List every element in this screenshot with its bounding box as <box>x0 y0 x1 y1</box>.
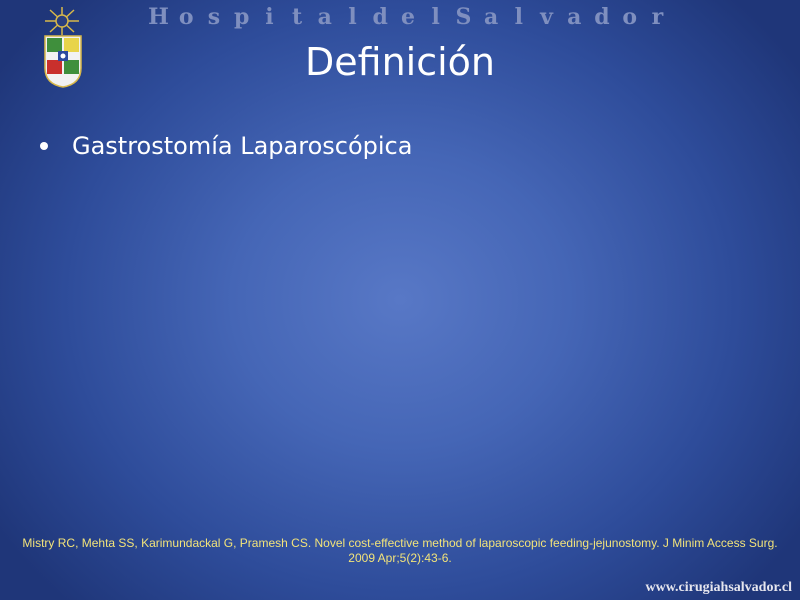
bullet-text: Gastrostomía Laparoscópica <box>72 132 413 160</box>
header-letter: l <box>431 4 440 30</box>
bullet-item: Gastrostomía Laparoscópica <box>40 128 412 164</box>
website-url: www.cirugiahsalvador.cl <box>645 580 793 595</box>
hospital-header-banner: HospitaldelSalvador <box>148 4 668 30</box>
header-letter: r <box>651 4 664 30</box>
header-letter: d <box>372 4 388 30</box>
bullet-dot-icon <box>40 142 48 150</box>
slide: HospitaldelSalvador Definición Gastrosto… <box>0 0 800 600</box>
header-letter: o <box>622 4 638 30</box>
header-letter: a <box>483 4 499 30</box>
header-letter: l <box>348 4 357 30</box>
header-letter: i <box>265 4 274 30</box>
header-letter: a <box>317 4 332 30</box>
sun-emblem-icon <box>45 7 79 35</box>
slide-title: Definición <box>305 40 495 84</box>
header-letter: s <box>207 4 221 30</box>
header-letter: H <box>148 4 169 30</box>
header-letter: e <box>400 4 415 30</box>
header-letter: S <box>455 4 472 30</box>
header-letter: o <box>178 4 194 30</box>
citation-text: Mistry RC, Mehta SS, Karimundackal G, Pr… <box>22 536 778 565</box>
header-letter: l <box>514 4 524 30</box>
bullet-list: Gastrostomía Laparoscópica <box>40 128 412 164</box>
header-letter: v <box>540 4 553 30</box>
header-letter: d <box>594 4 610 30</box>
header-letter: a <box>567 4 582 30</box>
header-letter: t <box>292 4 303 30</box>
header-letter: p <box>233 4 250 30</box>
